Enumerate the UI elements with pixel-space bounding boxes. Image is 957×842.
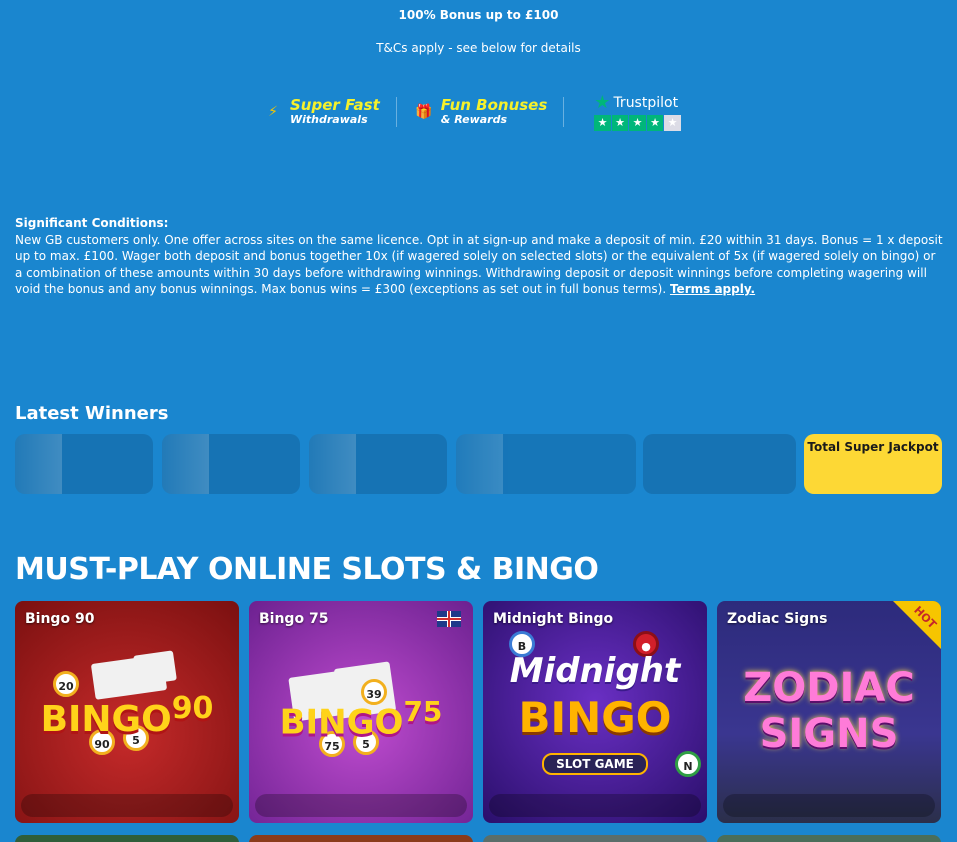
features-strip: ⚡ Super Fast Withdrawals 🎁 Fun Bonuses &… <box>262 90 682 134</box>
feature-bonuses: 🎁 Fun Bonuses & Rewards <box>413 90 548 134</box>
uk-flag-icon <box>437 611 461 627</box>
game-play-bar <box>21 794 233 817</box>
trustpilot-stars: ★ ★ ★ ★ ★ <box>594 114 681 131</box>
game-art-text: ZODIAC <box>743 665 915 711</box>
game-card-bingo-90[interactable]: Bingo 90 20 90 5 BINGO90 <box>15 601 239 823</box>
game-art-text: BINGO90 <box>40 691 214 740</box>
game-card[interactable] <box>483 835 707 842</box>
latest-winners-title: Latest Winners <box>15 403 169 424</box>
star-icon: ★ <box>629 114 646 131</box>
game-title: Bingo 75 <box>259 611 329 627</box>
bonus-title: 100% Bonus up to £100 <box>398 8 559 22</box>
game-card[interactable] <box>717 835 941 842</box>
gift-icon: 🎁 <box>415 104 433 120</box>
star-icon: ★ <box>664 114 681 131</box>
game-art-subtext: SLOT GAME <box>483 753 707 775</box>
game-art-text: Midnight <box>509 651 681 691</box>
feature-title: Fun Bonuses <box>440 96 548 114</box>
game-title: Bingo 90 <box>25 611 95 627</box>
divider <box>395 97 397 127</box>
winner-card[interactable] <box>456 434 636 494</box>
winner-card[interactable] <box>309 434 447 494</box>
total-super-jackpot[interactable]: Total Super Jackpot <box>804 434 942 494</box>
game-card-bingo-75[interactable]: Bingo 75 39 75 5 BINGO75 <box>249 601 473 823</box>
game-play-bar <box>723 794 935 817</box>
feature-title: Super Fast <box>290 96 380 114</box>
game-card-zodiac-signs[interactable]: Zodiac Signs HOT ZODIAC SIGNS <box>717 601 941 823</box>
game-art-text: BINGO75 <box>279 695 443 743</box>
game-play-bar <box>489 794 701 817</box>
game-title: Midnight Bingo <box>493 611 614 627</box>
conditions-body: New GB customers only. One offer across … <box>15 232 943 297</box>
bingo-ticket <box>133 650 177 686</box>
game-play-bar <box>255 794 467 817</box>
terms-link[interactable]: Terms apply. <box>670 282 755 296</box>
game-card[interactable] <box>15 835 239 842</box>
star-icon: ★ <box>594 114 611 131</box>
star-icon: ★ <box>611 114 629 131</box>
winner-card[interactable] <box>162 434 300 494</box>
feature-subtitle: & Rewards <box>440 113 508 126</box>
significant-conditions: Significant Conditions: New GB customers… <box>15 215 945 298</box>
trustpilot-brand: Trustpilot <box>613 94 679 111</box>
game-card-midnight-bingo[interactable]: Midnight Bingo B ● N Midnight BINGO SLOT… <box>483 601 707 823</box>
game-art-text: SIGNS <box>759 711 899 757</box>
trustpilot-rating[interactable]: ★ Trustpilot ★ ★ ★ ★ ★ <box>580 91 681 131</box>
feature-withdrawals: ⚡ Super Fast Withdrawals <box>262 90 380 134</box>
winner-card[interactable] <box>15 434 153 494</box>
star-icon: ★ <box>646 114 664 131</box>
trustpilot-star-icon: ★ <box>594 91 611 113</box>
game-art-text: BINGO <box>518 693 672 742</box>
tc-note: T&Cs apply - see below for details <box>376 41 581 55</box>
game-title: Zodiac Signs <box>727 611 828 627</box>
games-heading: MUST-PLAY ONLINE SLOTS & BINGO <box>15 552 599 587</box>
divider <box>563 97 565 127</box>
game-card[interactable] <box>249 835 473 842</box>
feature-subtitle: Withdrawals <box>290 113 368 126</box>
winner-card[interactable] <box>643 434 796 494</box>
conditions-title: Significant Conditions: <box>15 216 169 230</box>
lightning-icon: ⚡ <box>268 104 278 120</box>
